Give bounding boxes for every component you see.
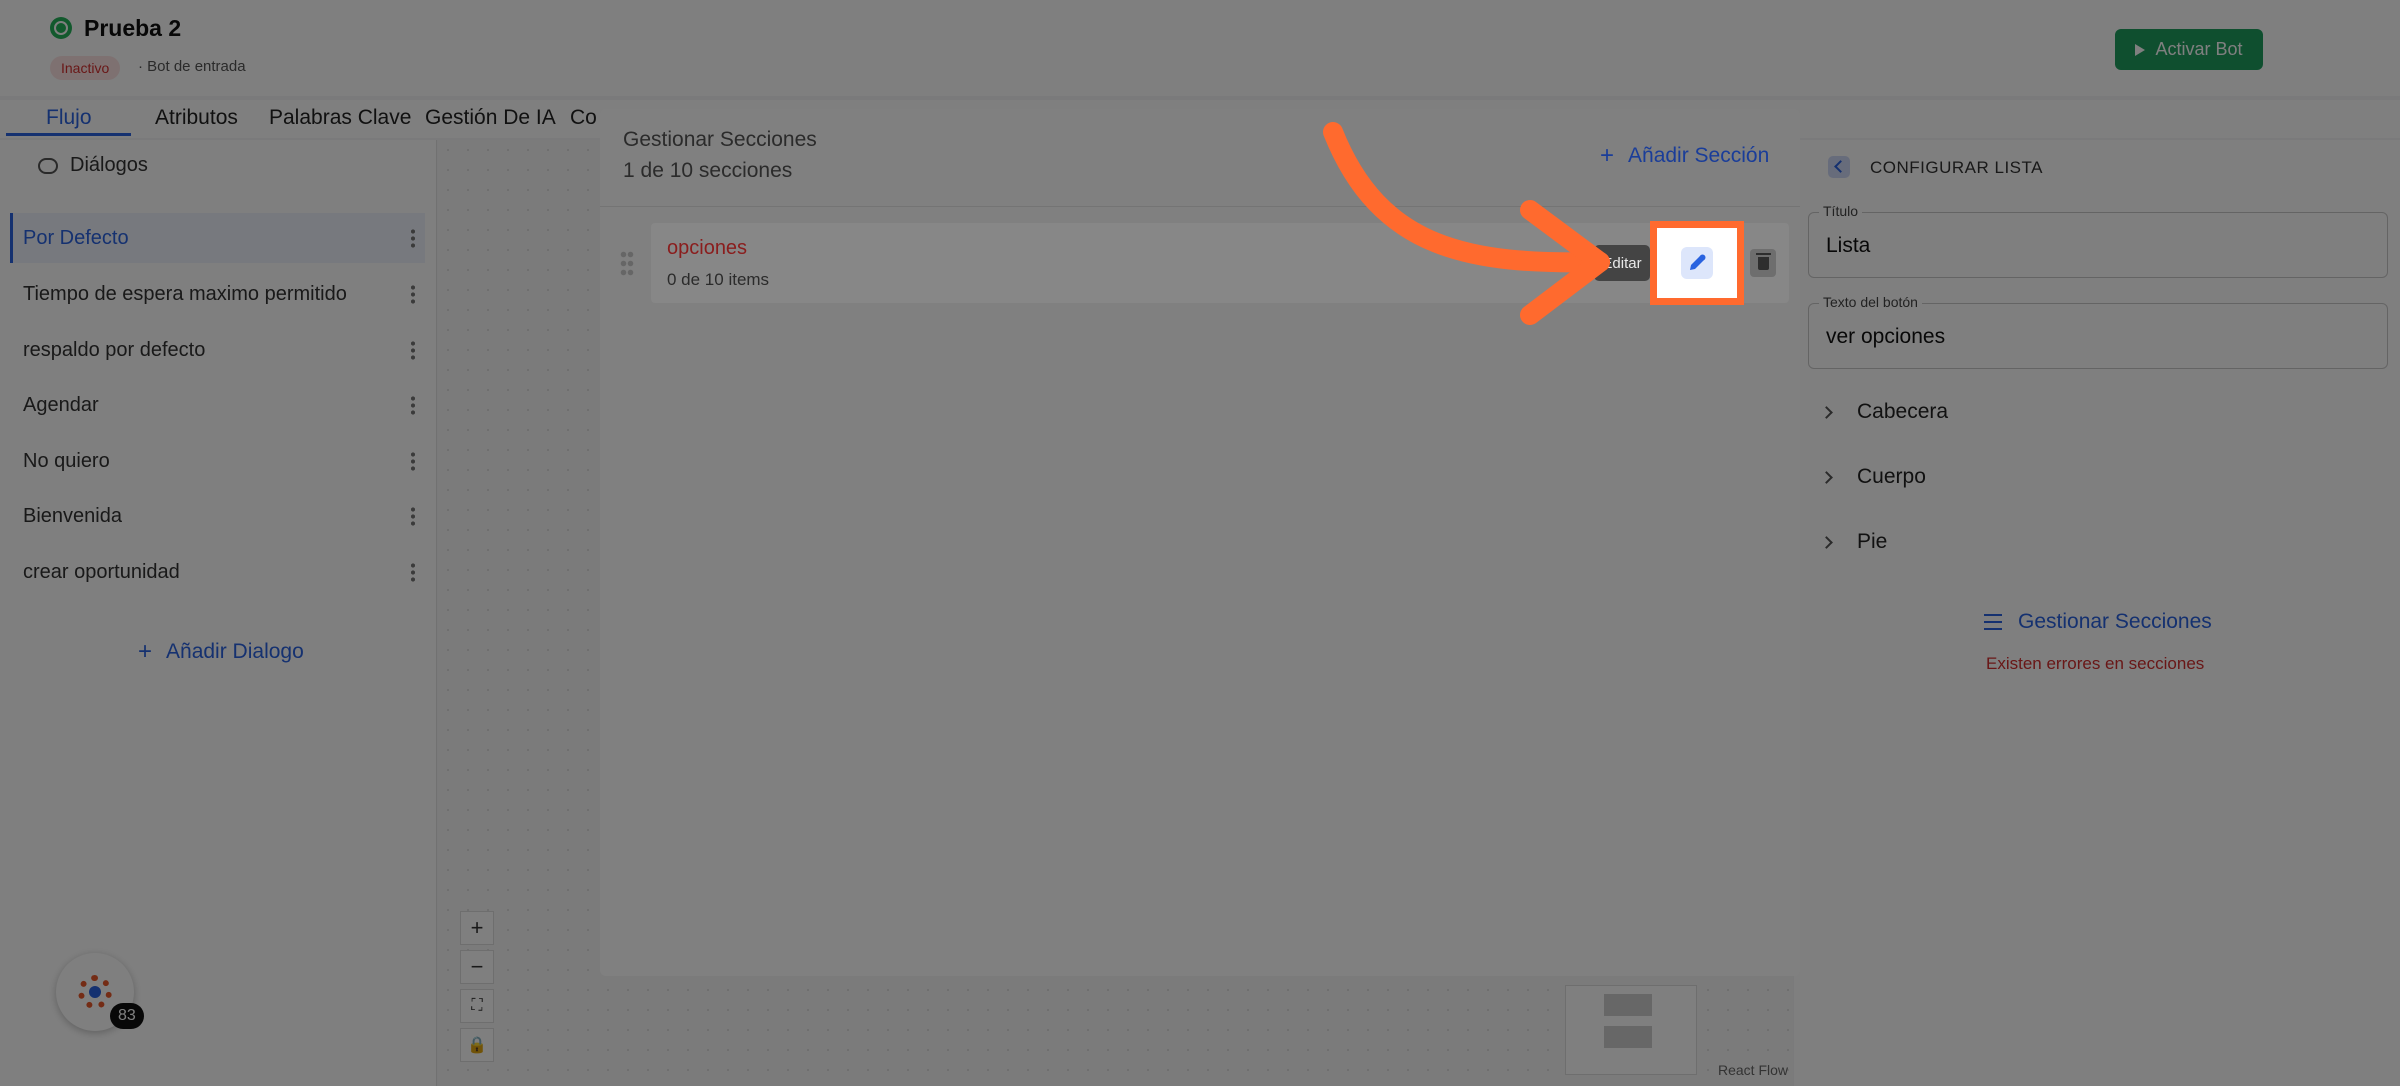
section-item-count: 0 de 10 items xyxy=(667,270,770,289)
modal-section-count: 1 de 10 secciones xyxy=(623,159,793,182)
drag-handle-icon[interactable] xyxy=(620,250,634,276)
add-section-button[interactable]: + Añadir Sección xyxy=(1600,142,1769,170)
modal-title: Gestionar Secciones xyxy=(623,128,817,151)
section-name: opciones xyxy=(667,237,748,259)
add-section-label: Añadir Sección xyxy=(1628,144,1770,167)
manage-sections-modal: Gestionar Secciones 1 de 10 secciones + … xyxy=(600,109,1800,976)
delete-section-button[interactable] xyxy=(1750,249,1776,277)
trash-icon xyxy=(1755,252,1771,270)
edit-section-button[interactable] xyxy=(1681,247,1713,279)
plus-icon: + xyxy=(1600,142,1615,169)
modal-header: Gestionar Secciones 1 de 10 secciones + … xyxy=(600,109,1800,207)
edit-highlight-frame xyxy=(1650,221,1744,305)
pencil-icon xyxy=(1690,254,1706,270)
edit-tooltip: Editar xyxy=(1594,245,1657,281)
